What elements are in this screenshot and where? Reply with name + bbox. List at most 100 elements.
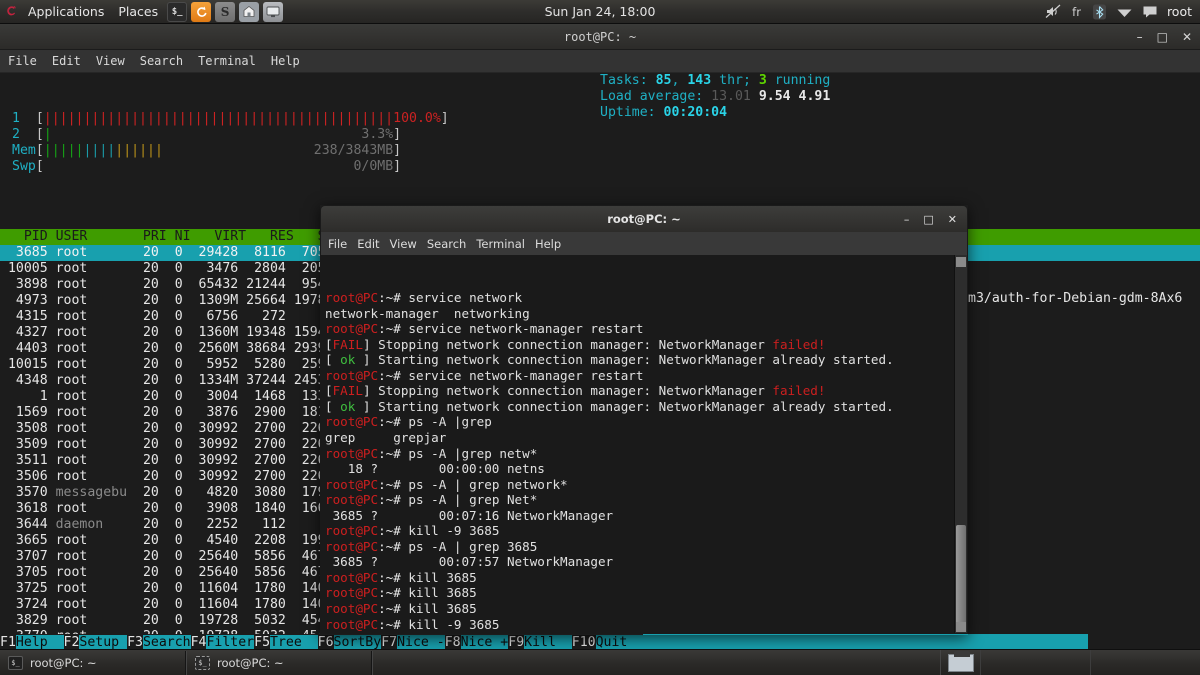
fkey-F8[interactable]: Nice +: [461, 635, 509, 650]
terminal-maximize-button[interactable]: □: [923, 213, 933, 226]
taskbar-right: [940, 650, 1200, 675]
terminal-minimize-button[interactable]: –: [904, 213, 910, 226]
message-icon[interactable]: [1139, 1, 1161, 23]
show-desktop-icon[interactable]: [940, 650, 980, 675]
menu-file[interactable]: File: [6, 54, 39, 68]
shell-prompt: root@PC: [325, 570, 378, 585]
synaptic-launcher-icon[interactable]: S: [215, 2, 235, 22]
htop-partial-command-text: m3/auth-for-Debian-gdm-8Ax6: [968, 291, 1182, 307]
scrollbar-up-arrow[interactable]: [956, 257, 966, 267]
terminal-window: root@PC: ~ – □ ✕ File Edit View Search T…: [320, 205, 968, 635]
htop-titlebar[interactable]: root@PC: ~ – □ ✕: [0, 24, 1200, 50]
taskbar-item-1[interactable]: $_ root@PC: ~: [186, 651, 372, 675]
workspace-switcher-1[interactable]: [980, 650, 1090, 675]
terminal-window-controls: – □ ✕: [904, 213, 957, 226]
debian-logo-icon[interactable]: [3, 2, 20, 22]
update-manager-launcher-icon[interactable]: [191, 2, 211, 22]
maximize-button[interactable]: □: [1157, 31, 1168, 43]
user-menu[interactable]: root: [1164, 4, 1192, 19]
cell-user: root: [56, 373, 127, 388]
files-launcher-icon[interactable]: [239, 2, 259, 22]
keyboard-layout-indicator[interactable]: fr: [1067, 5, 1086, 19]
terminal-menu-help[interactable]: Help: [535, 237, 561, 251]
cell-user: root: [56, 421, 127, 436]
menu-help[interactable]: Help: [269, 54, 302, 68]
cell-pid: 3570: [0, 485, 48, 500]
terminal-titlebar[interactable]: root@PC: ~ – □ ✕: [320, 205, 968, 232]
cell-res: 272: [238, 309, 286, 324]
cell-virt: 2252: [183, 517, 239, 532]
cell-virt: 4540: [183, 533, 239, 548]
menu-search[interactable]: Search: [138, 54, 185, 68]
volume-muted-icon[interactable]: [1042, 1, 1064, 23]
terminal-menu-view[interactable]: View: [390, 237, 417, 251]
cell-res: 21244: [238, 277, 286, 292]
scrollbar-thumb[interactable]: [956, 525, 966, 630]
terminal-line: root@PC:~# ps -A | grep 3685: [325, 539, 967, 555]
menu-places[interactable]: Places: [111, 0, 165, 24]
fkey-F9[interactable]: Kill: [524, 635, 572, 650]
fkey-number-F4: F4: [191, 635, 207, 650]
terminal-menu-file[interactable]: File: [328, 237, 347, 251]
cell-pid: 4973: [0, 293, 48, 308]
terminal-output[interactable]: root@PC:~# service networknetwork-manage…: [320, 255, 968, 634]
cell-pri: 20: [127, 421, 159, 436]
cell-res: 5856: [238, 549, 286, 564]
wifi-icon[interactable]: [1114, 1, 1136, 23]
shell-prompt: root@PC: [325, 290, 378, 305]
cell-pid: 3509: [0, 437, 48, 452]
cell-pid: 10015: [0, 357, 48, 372]
terminal-line: [FAIL] Stopping network connection manag…: [325, 383, 967, 399]
display-launcher-icon[interactable]: [263, 2, 283, 22]
taskbar-empty-slot: [372, 651, 482, 675]
cell-pri: 20: [127, 405, 159, 420]
terminal-menu-terminal[interactable]: Terminal: [476, 237, 525, 251]
cell-virt: 1334M: [183, 373, 239, 388]
workspace-switcher-2[interactable]: [1090, 650, 1200, 675]
fkey-F6[interactable]: SortBy: [334, 635, 382, 650]
taskbar-item-0[interactable]: $_ root@PC: ~: [0, 651, 186, 675]
terminal-launcher-icon[interactable]: $_: [167, 2, 187, 22]
cell-virt: 30992: [183, 421, 239, 436]
htop-uptime-line: Uptime: 00:20:04: [600, 105, 830, 121]
cell-pid: 3508: [0, 421, 48, 436]
fkey-F5[interactable]: Tree: [270, 635, 318, 650]
cell-user: root: [56, 533, 127, 548]
menu-view[interactable]: View: [94, 54, 127, 68]
terminal-menu-edit[interactable]: Edit: [357, 237, 379, 251]
terminal-scrollbar[interactable]: [954, 255, 967, 634]
cell-pid: 4327: [0, 325, 48, 340]
cell-virt: 11604: [183, 597, 239, 612]
cell-pri: 20: [127, 613, 159, 628]
cell-res: 3080: [238, 485, 286, 500]
close-button[interactable]: ✕: [1182, 31, 1192, 43]
cell-pid: 3725: [0, 581, 48, 596]
menu-applications[interactable]: Applications: [21, 0, 111, 24]
cell-ni: 0: [159, 581, 183, 596]
fkey-number-F9: F9: [508, 635, 524, 650]
minimize-button[interactable]: –: [1137, 31, 1143, 43]
shell-prompt: root@PC: [325, 523, 378, 538]
cell-virt: 29428: [183, 245, 239, 260]
fkey-F4[interactable]: Filter: [206, 635, 254, 650]
terminal-line: root@PC:~# kill 3685: [325, 570, 967, 586]
fkey-F2[interactable]: Setup: [79, 635, 127, 650]
fkey-F1[interactable]: Help: [16, 635, 64, 650]
scrollbar-down-arrow[interactable]: [956, 622, 966, 632]
cell-virt: 1360M: [183, 325, 239, 340]
menu-terminal[interactable]: Terminal: [196, 54, 258, 68]
cell-res: 2700: [238, 421, 286, 436]
fkey-F3[interactable]: Search: [143, 635, 191, 650]
fkey-F7[interactable]: Nice -: [397, 635, 445, 650]
cell-user: root: [56, 453, 127, 468]
terminal-menu-search[interactable]: Search: [427, 237, 467, 251]
fkey-F10[interactable]: Quit: [596, 635, 644, 650]
terminal-close-button[interactable]: ✕: [948, 213, 957, 226]
bluetooth-icon[interactable]: [1089, 1, 1111, 23]
cell-user: root: [56, 309, 127, 324]
terminal-line: root@PC:~# ps -A | grep Net*: [325, 492, 967, 508]
shell-prompt: root@PC: [325, 321, 378, 336]
menu-edit[interactable]: Edit: [50, 54, 83, 68]
cell-user: root: [56, 325, 127, 340]
cell-ni: 0: [159, 405, 183, 420]
